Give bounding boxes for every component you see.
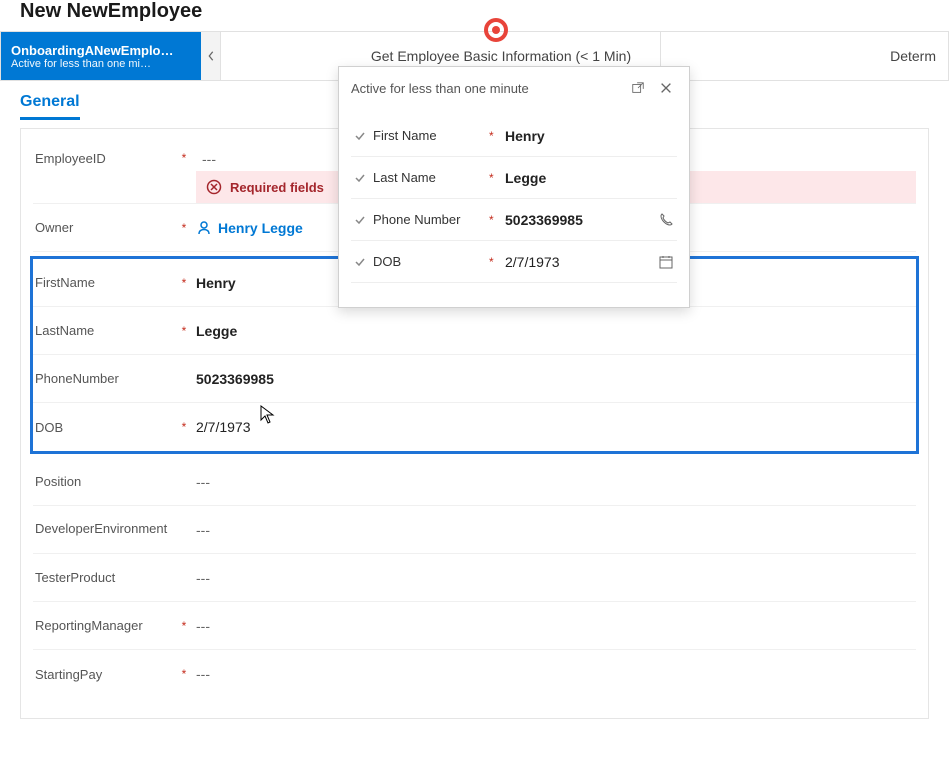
stage-collapse-button[interactable] [201, 32, 221, 80]
date-picker-button[interactable] [655, 254, 677, 270]
popout-button[interactable] [627, 77, 649, 99]
pay-input[interactable]: --- [190, 666, 916, 682]
row-manager: ReportingManager * --- [33, 602, 916, 650]
cursor-icon [260, 405, 276, 425]
flyout-dob-input[interactable]: 2/7/1973 [499, 254, 655, 270]
row-tester: TesterProduct --- [33, 554, 916, 602]
flyout-firstname-label: First Name [369, 128, 489, 143]
stage-active[interactable]: OnboardingANewEmplo… Active for less tha… [1, 32, 201, 80]
tester-input[interactable]: --- [190, 570, 916, 586]
required-marker: * [178, 276, 190, 290]
close-icon [659, 81, 673, 95]
required-marker: * [178, 221, 190, 235]
person-icon [196, 220, 212, 236]
position-input[interactable]: --- [190, 474, 916, 490]
row-position: Position --- [33, 458, 916, 506]
flyout-row-phone: Phone Number * 5023369985 [351, 199, 677, 241]
check-icon [351, 130, 369, 142]
stage-active-subtitle: Active for less than one mi… [11, 58, 191, 70]
flyout-dob-label: DOB [369, 254, 489, 269]
required-marker: * [178, 667, 190, 681]
phone-label: PhoneNumber [33, 371, 178, 386]
required-marker: * [178, 619, 190, 633]
required-marker: * [489, 213, 499, 227]
owner-value: Henry Legge [218, 220, 303, 236]
stage-active-title: OnboardingANewEmplo… [11, 43, 191, 58]
chevron-left-icon [206, 50, 216, 62]
tab-general[interactable]: General [20, 93, 80, 120]
check-icon [351, 214, 369, 226]
required-marker: * [178, 324, 190, 338]
lastname-input[interactable]: Legge [190, 323, 916, 339]
flyout-title: Active for less than one minute [351, 81, 621, 96]
required-marker: * [178, 151, 190, 165]
employeeid-label: EmployeeID [33, 151, 178, 166]
firstname-label: FirstName [33, 275, 178, 290]
owner-label: Owner [33, 220, 178, 235]
calendar-icon [658, 254, 674, 270]
flyout-firstname-input[interactable]: Henry [499, 128, 677, 144]
popout-icon [631, 81, 645, 95]
stage-flyout: Active for less than one minute First Na… [338, 66, 690, 308]
dob-input[interactable]: 2/7/1973 [190, 419, 916, 435]
row-phone: PhoneNumber 5023369985 [33, 355, 916, 403]
manager-label: ReportingManager [33, 618, 178, 633]
phone-icon [658, 212, 674, 228]
required-marker: * [178, 420, 190, 434]
row-pay: StartingPay * --- [33, 650, 916, 698]
flyout-row-dob: DOB * 2/7/1973 [351, 241, 677, 283]
error-text: Required fields [230, 180, 324, 195]
flyout-row-lastname: Last Name * Legge [351, 157, 677, 199]
error-icon [206, 179, 222, 195]
flyout-lastname-input[interactable]: Legge [499, 170, 677, 186]
flyout-phone-input[interactable]: 5023369985 [499, 212, 655, 228]
dob-label: DOB [33, 420, 178, 435]
required-marker: * [489, 129, 499, 143]
page-title: New NewEmployee [0, 0, 949, 31]
phone-input[interactable]: 5023369985 [190, 371, 916, 387]
required-marker: * [489, 255, 499, 269]
flyout-phone-label: Phone Number [369, 212, 489, 227]
row-lastname: LastName * Legge [33, 307, 916, 355]
required-marker: * [489, 171, 499, 185]
close-button[interactable] [655, 77, 677, 99]
manager-input[interactable]: --- [190, 618, 916, 634]
pay-label: StartingPay [33, 667, 178, 682]
devenv-label: DeveloperEnvironment [33, 521, 178, 538]
flyout-header: Active for less than one minute [339, 67, 689, 109]
flyout-body: First Name * Henry Last Name * Legge Pho… [339, 109, 689, 307]
flyout-lastname-label: Last Name [369, 170, 489, 185]
lastname-label: LastName [33, 323, 178, 338]
stage-spacer [221, 32, 341, 80]
row-dob: DOB * 2/7/1973 [33, 403, 916, 451]
flyout-row-firstname: First Name * Henry [351, 115, 677, 157]
target-marker [484, 18, 508, 42]
check-icon [351, 256, 369, 268]
phone-action[interactable] [655, 212, 677, 228]
check-icon [351, 172, 369, 184]
tester-label: TesterProduct [33, 570, 178, 585]
row-devenv: DeveloperEnvironment --- [33, 506, 916, 554]
position-label: Position [33, 474, 178, 489]
stage-determine[interactable]: Determ [661, 32, 948, 80]
devenv-input[interactable]: --- [190, 522, 916, 538]
